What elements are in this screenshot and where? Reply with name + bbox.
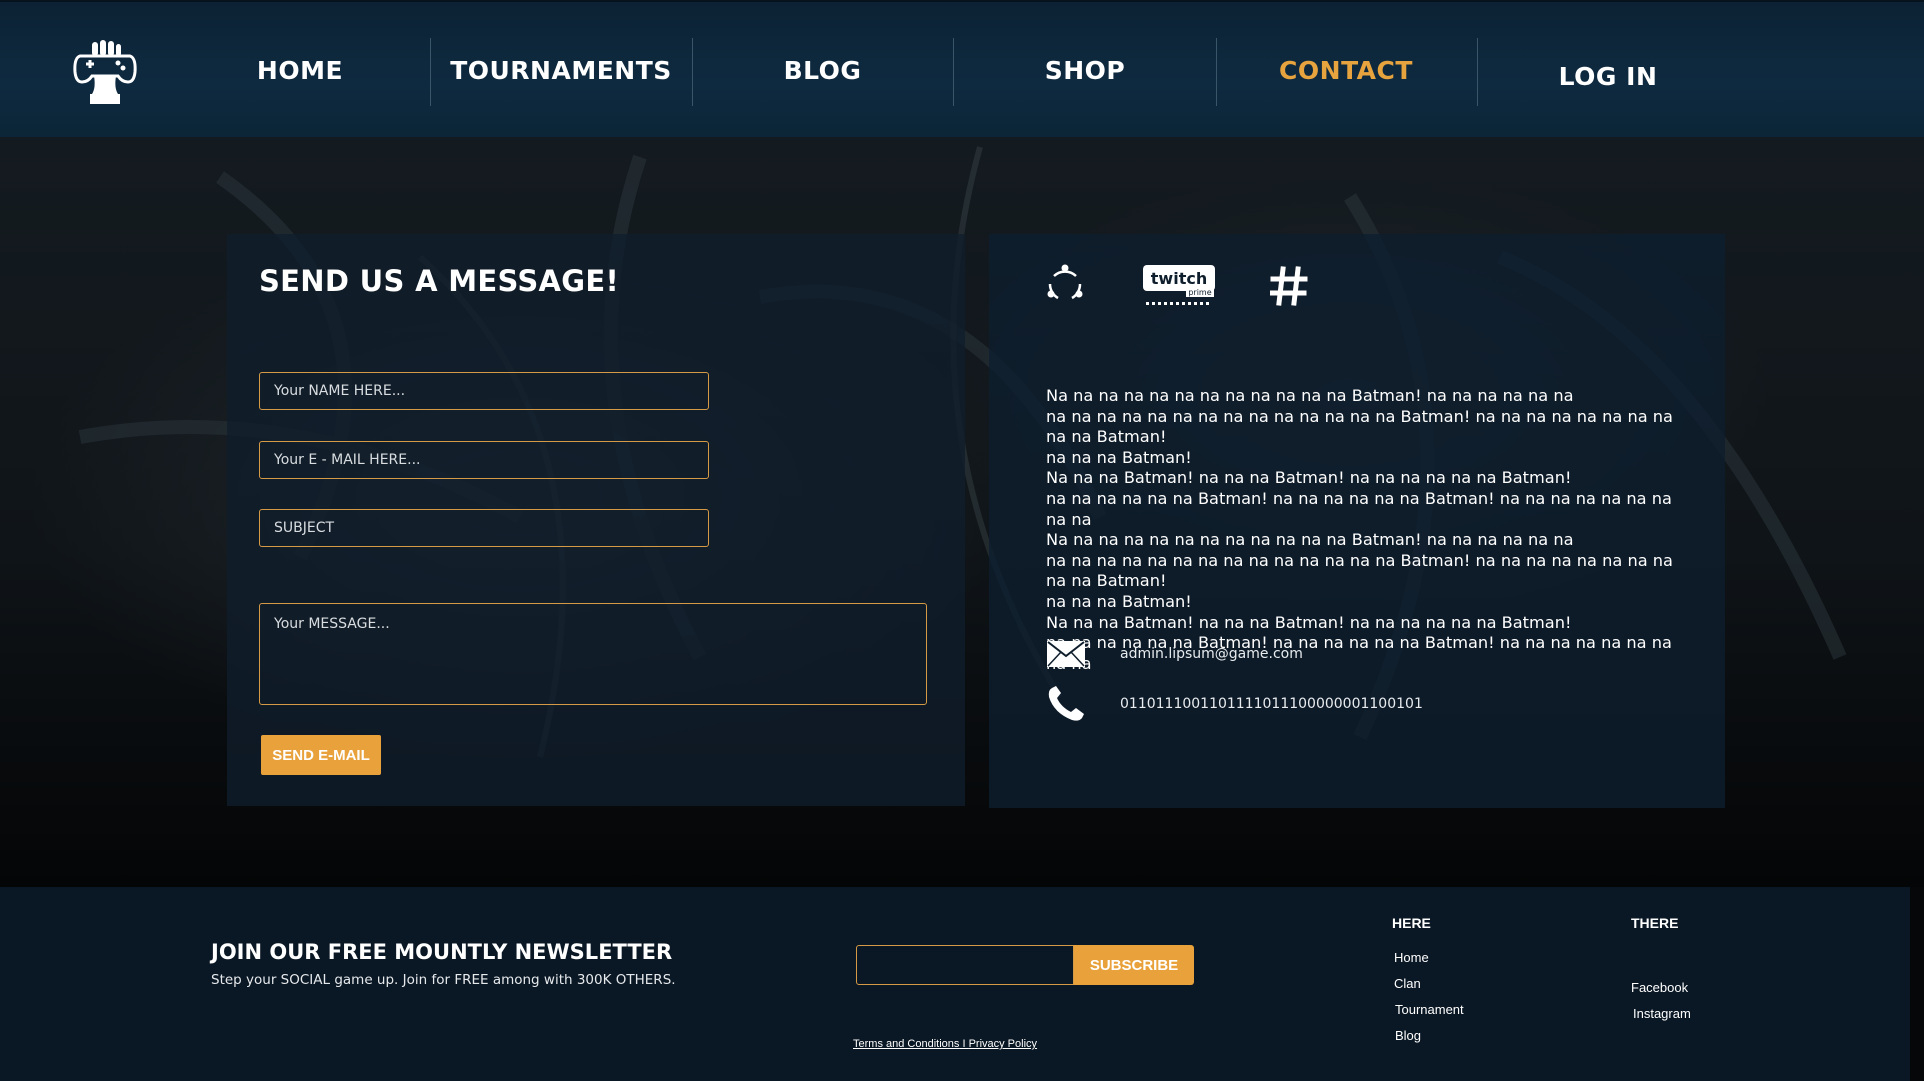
footer-link-tournament[interactable]: Tournament xyxy=(1395,1002,1464,1017)
nav-contact[interactable]: CONTACT xyxy=(1240,36,1452,104)
email-contact-row: admin.lipsum@game.com xyxy=(1046,635,1303,673)
nav-shop[interactable]: SHOP xyxy=(980,36,1190,104)
email-input[interactable] xyxy=(259,441,709,479)
send-email-button[interactable]: SEND E-MAIL xyxy=(261,735,381,775)
top-navigation: HOME TOURNAMENTS BLOG SHOP CONTACT LOG I… xyxy=(0,0,1924,139)
footer-link-clan[interactable]: Clan xyxy=(1394,976,1421,991)
name-input[interactable] xyxy=(259,372,709,410)
contact-email[interactable]: admin.lipsum@game.com xyxy=(1120,646,1303,662)
legal-separator: I xyxy=(959,1038,969,1050)
subscribe-button[interactable]: SUBSCRIBE xyxy=(1074,945,1194,985)
hashtag-icon[interactable] xyxy=(1269,266,1308,311)
contact-info-panel: twitch prime Na na na na na na na na na … xyxy=(989,234,1725,808)
network-icon[interactable] xyxy=(1044,262,1086,309)
svg-text:prime: prime xyxy=(1188,288,1211,297)
footer: JOIN OUR FREE MOUNTLY NEWSLETTER Step yo… xyxy=(0,887,1910,1081)
envelope-icon xyxy=(1046,635,1086,673)
nav-divider xyxy=(1216,38,1217,106)
nav-divider xyxy=(430,38,431,106)
info-text: Na na na na na na na na na na na na Batm… xyxy=(1046,386,1673,673)
gamepad-hand-icon[interactable] xyxy=(70,38,140,106)
nav-divider xyxy=(1477,38,1478,106)
terms-link[interactable]: Terms and Conditions xyxy=(853,1038,959,1050)
newsletter-email-input[interactable] xyxy=(856,945,1074,985)
subject-input[interactable] xyxy=(259,509,709,547)
footer-link-home[interactable]: Home xyxy=(1394,950,1429,965)
svg-text:twitch: twitch xyxy=(1151,269,1207,288)
contact-form-panel: SEND US A MESSAGE! SEND E-MAIL xyxy=(227,234,965,806)
phone-icon xyxy=(1046,685,1086,723)
message-textarea[interactable] xyxy=(259,603,927,705)
legal-links: Terms and Conditions I Privacy Policy xyxy=(853,1038,1037,1050)
footer-heading-here: HERE xyxy=(1392,915,1431,931)
footer-link-blog[interactable]: Blog xyxy=(1395,1028,1421,1043)
privacy-link[interactable]: Privacy Policy xyxy=(969,1038,1037,1050)
footer-link-facebook[interactable]: Facebook xyxy=(1631,980,1688,995)
footer-link-instagram[interactable]: Instagram xyxy=(1633,1006,1691,1021)
phone-contact-row: 0110111001101111011100000001100101 xyxy=(1046,685,1423,723)
twitch-prime-icon[interactable]: twitch prime xyxy=(1142,264,1216,313)
nav-divider xyxy=(953,38,954,106)
nav-login[interactable]: LOG IN xyxy=(1500,42,1716,110)
contact-phone[interactable]: 0110111001101111011100000001100101 xyxy=(1120,696,1423,712)
nav-tournaments[interactable]: TOURNAMENTS xyxy=(440,36,682,104)
nav-blog[interactable]: BLOG xyxy=(720,36,925,104)
nav-home[interactable]: HOME xyxy=(215,36,385,104)
newsletter-title: JOIN OUR FREE MOUNTLY NEWSLETTER xyxy=(211,940,673,964)
form-title: SEND US A MESSAGE! xyxy=(259,264,620,298)
nav-divider xyxy=(692,38,693,106)
newsletter-subtitle: Step your SOCIAL game up. Join for FREE … xyxy=(211,972,676,988)
footer-heading-there: THERE xyxy=(1631,915,1679,931)
